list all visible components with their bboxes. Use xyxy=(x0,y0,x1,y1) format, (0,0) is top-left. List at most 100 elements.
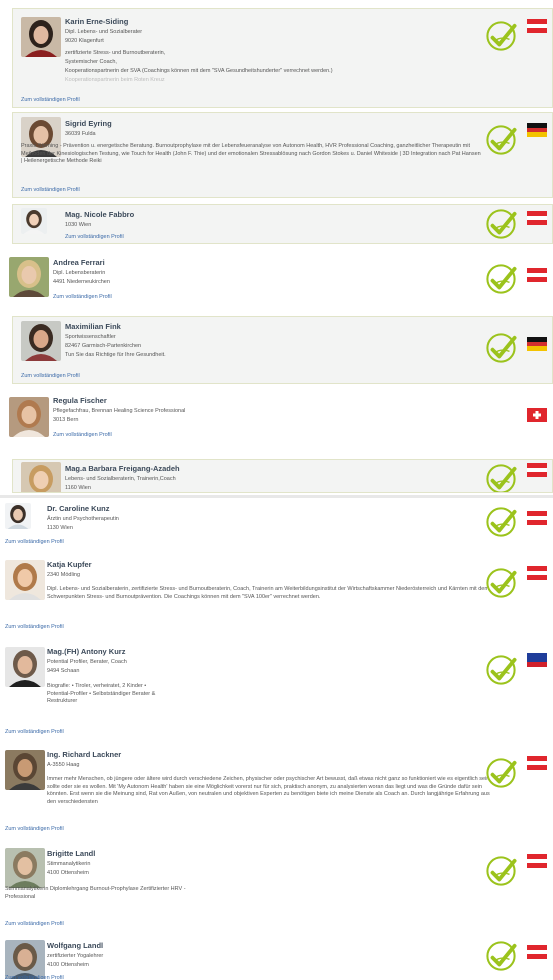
switzerland-flag-icon xyxy=(527,408,547,422)
profile-detail: 9494 Schaan xyxy=(47,668,80,674)
profile-name[interactable]: Sigrid Eyring xyxy=(65,119,112,128)
profile-detail: Dipl. Lebensberaterin xyxy=(53,270,106,276)
profile-detail: Stimmanalytikerin xyxy=(47,861,91,867)
checkmark-badge-icon xyxy=(484,19,518,53)
profile-name[interactable]: Regula Fischer xyxy=(53,396,107,405)
checkmark-badge-icon xyxy=(484,939,518,973)
profile-detail: Kooperationspartnerin beim Roten Kreuz xyxy=(65,77,165,83)
austria-flag-icon xyxy=(527,511,547,525)
profile-detail: 9020 Klagenfurt xyxy=(65,38,104,44)
profile-detail: Kooperationspartnerin der SVA (Coachings… xyxy=(65,68,333,74)
profile-card: Ing. Richard Lackner A-3550 Haag Immer meh… xyxy=(0,745,553,835)
profile-name[interactable]: Mag.(FH) Antony Kurz xyxy=(47,647,125,656)
profile-photo[interactable] xyxy=(5,750,45,790)
austria-flag-icon xyxy=(527,19,547,33)
profile-detail: 3013 Bern xyxy=(53,417,79,423)
full-profile-link[interactable]: Zum vollständigen Profil xyxy=(65,234,124,240)
full-profile-link[interactable]: Zum vollständigen Profil xyxy=(53,294,112,300)
profile-detail: 4491 Niederneukirchen xyxy=(53,279,110,285)
profile-name[interactable]: Wolfgang Landl xyxy=(47,941,103,950)
profile-card: Andrea Ferrari Dipl. Lebensberaterin 4491 … xyxy=(0,252,553,310)
austria-flag-icon xyxy=(527,463,547,477)
profile-detail: Sportwissenschaftler xyxy=(65,334,116,340)
profile-photo[interactable] xyxy=(9,257,49,297)
profile-card: Mag.a Barbara Freigang-Azadeh Lebens- und… xyxy=(12,459,553,493)
profile-detail: 1030 Wien xyxy=(65,222,92,228)
checkmark-badge-icon xyxy=(484,566,518,600)
germany-flag-icon xyxy=(527,337,547,351)
profile-detail: Pflegefachfrau, Brennan Healing Science … xyxy=(53,408,186,414)
profile-detail: 82467 Garmisch-Partenkirchen xyxy=(65,343,142,349)
profile-detail: 1130 Wien xyxy=(47,525,73,531)
profile-name[interactable]: Brigitte Landl xyxy=(47,849,95,858)
profile-name[interactable]: Mag.a Barbara Freigang-Azadeh xyxy=(65,464,180,473)
germany-flag-icon xyxy=(527,123,547,137)
profile-detail: Tun Sie das Richtige für Ihre Gesundheit… xyxy=(65,352,166,358)
profile-description: Immer mehr Menschen, ob jüngere oder ält… xyxy=(47,776,490,805)
profile-detail: Lebens- und Sozialberaterin, Trainerin,C… xyxy=(65,476,176,482)
profile-description: Dipl. Lebens- und Sozialberaterin, zerti… xyxy=(47,586,489,600)
profile-name[interactable]: Dr. Caroline Kunz xyxy=(47,504,110,513)
full-profile-link[interactable]: Zum vollständigen Profil xyxy=(21,373,80,379)
liechtenstein-flag-icon xyxy=(527,653,547,667)
profile-photo[interactable] xyxy=(21,17,61,57)
profile-card: Karin Erne-Siding Dipl. Lebens- und Sozia… xyxy=(12,8,553,108)
profile-detail: Systemischer Coach, xyxy=(65,59,117,65)
profile-photo[interactable] xyxy=(5,848,45,888)
profile-detail: 2340 Mödling xyxy=(47,572,81,578)
profile-photo[interactable] xyxy=(21,321,61,361)
profile-detail: Dipl. Lebens- und Sozialberater xyxy=(65,29,143,35)
profile-photo[interactable] xyxy=(5,940,45,979)
profile-card: Sigrid Eyring 36039 Fulda Praxis Sterning … xyxy=(12,112,553,198)
profile-card: Maximilian Fink Sportwissenschaftler 82467… xyxy=(12,316,553,384)
full-profile-link[interactable]: Zum vollständigen Profil xyxy=(5,826,64,832)
profile-name[interactable]: Katja Kupfer xyxy=(47,560,92,569)
checkmark-badge-icon xyxy=(484,505,518,539)
checkmark-badge-icon xyxy=(484,756,518,790)
checkmark-badge-icon xyxy=(484,207,518,241)
profile-card: Mag.(FH) Antony Kurz Potential Profiler, … xyxy=(0,642,553,738)
full-profile-link[interactable]: Zum vollständigen Profil xyxy=(53,432,112,438)
austria-flag-icon xyxy=(527,854,547,868)
full-profile-link[interactable]: Zum vollständigen Profil xyxy=(5,975,64,979)
checkmark-badge-icon xyxy=(484,331,518,365)
profile-name[interactable]: Mag. Nicole Fabbro xyxy=(65,210,134,219)
profile-photo[interactable] xyxy=(5,647,45,687)
profile-photo[interactable] xyxy=(9,397,49,437)
profile-detail: zertifizierter Yogalehrer xyxy=(47,953,104,959)
full-profile-link[interactable]: Zum vollständigen Profil xyxy=(21,97,80,103)
profile-photo[interactable] xyxy=(5,503,31,529)
checkmark-badge-icon xyxy=(484,653,518,687)
profile-photo[interactable] xyxy=(21,208,47,234)
full-profile-link[interactable]: Zum vollständigen Profil xyxy=(5,921,64,927)
austria-flag-icon xyxy=(527,268,547,282)
section-divider xyxy=(0,495,553,498)
profile-description: Praxis Sterning - Prävention u. energeti… xyxy=(21,143,481,164)
profile-card: Brigitte Landl Stimmanalytikerin 4100 Otte… xyxy=(0,843,553,931)
full-profile-link[interactable]: Zum vollständigen Profil xyxy=(5,539,64,545)
profile-name[interactable]: Ing. Richard Lackner xyxy=(47,750,121,759)
profile-photo[interactable] xyxy=(5,560,45,600)
profile-list: Karin Erne-Siding Dipl. Lebens- und Sozia… xyxy=(0,0,553,980)
profile-name[interactable]: Maximilian Fink xyxy=(65,322,121,331)
profile-name[interactable]: Andrea Ferrari xyxy=(53,258,105,267)
profile-detail: 1160 Wien xyxy=(65,485,91,491)
checkmark-badge-icon xyxy=(484,462,518,492)
full-profile-link[interactable]: Zum vollständigen Profil xyxy=(21,187,80,193)
profile-detail: 4100 Ottensheim xyxy=(47,962,89,968)
profile-detail: 4100 Ottensheim xyxy=(47,870,89,876)
profile-card: Dr. Caroline Kunz Ärztin und Psychotherap… xyxy=(0,500,553,548)
profile-detail: Potential Profiler, Berater, Coach xyxy=(47,659,127,665)
profile-photo[interactable] xyxy=(21,462,61,492)
profile-detail: zertifizierte Stress- und Burnoutberater… xyxy=(65,50,166,56)
profile-detail: A-3550 Haag xyxy=(47,762,80,768)
profile-name[interactable]: Karin Erne-Siding xyxy=(65,17,128,26)
checkmark-badge-icon xyxy=(484,854,518,888)
full-profile-link[interactable]: Zum vollständigen Profil xyxy=(5,729,64,735)
checkmark-badge-icon xyxy=(484,262,518,296)
profile-card: Mag. Nicole Fabbro 1030 Wien Zum vollständ… xyxy=(12,204,553,244)
full-profile-link[interactable]: Zum vollständigen Profil xyxy=(5,624,64,630)
profile-description: Biografie: • Tiroler, verheiratet, 2 Kin… xyxy=(47,683,156,704)
austria-flag-icon xyxy=(527,756,547,770)
profile-description: Stimmanalytikerin Diplomlehrgang Burnout… xyxy=(5,886,186,900)
